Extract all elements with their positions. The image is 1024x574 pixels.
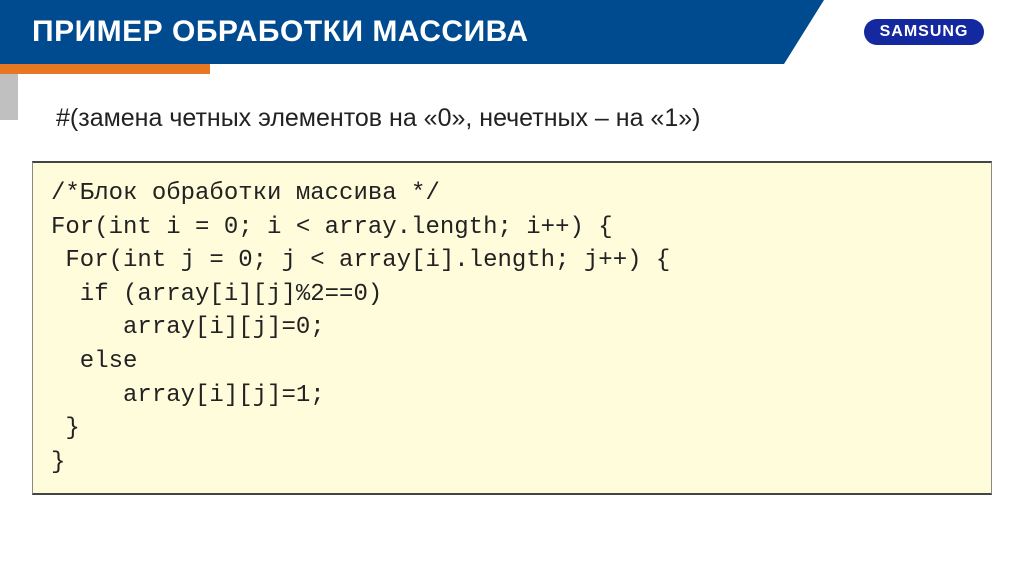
code-line: For(int j = 0; j < array[i].length; j++)… xyxy=(51,244,973,278)
code-line: if (array[i][j]%2==0) xyxy=(51,278,973,312)
code-block: /*Блок обработки массива */ For(int i = … xyxy=(32,161,992,495)
brand-container: SAMSUNG xyxy=(824,0,1024,64)
slide-title: ПРИМЕР ОБРАБОТКИ МАССИВА xyxy=(32,15,528,49)
code-line: array[i][j]=1; xyxy=(51,379,973,413)
slide-header: ПРИМЕР ОБРАБОТКИ МАССИВА SAMSUNG xyxy=(0,0,1024,64)
code-line: /*Блок обработки массива */ xyxy=(51,177,973,211)
code-line: else xyxy=(51,345,973,379)
brand-logo: SAMSUNG xyxy=(864,19,985,45)
slide-subtitle: #(замена четных элементов на «0», нечетн… xyxy=(56,104,984,133)
code-line: } xyxy=(51,446,973,480)
code-line: } xyxy=(51,412,973,446)
code-line: array[i][j]=0; xyxy=(51,311,973,345)
code-line: For(int i = 0; i < array.length; i++) { xyxy=(51,211,973,245)
orange-accent-bar xyxy=(0,64,210,74)
